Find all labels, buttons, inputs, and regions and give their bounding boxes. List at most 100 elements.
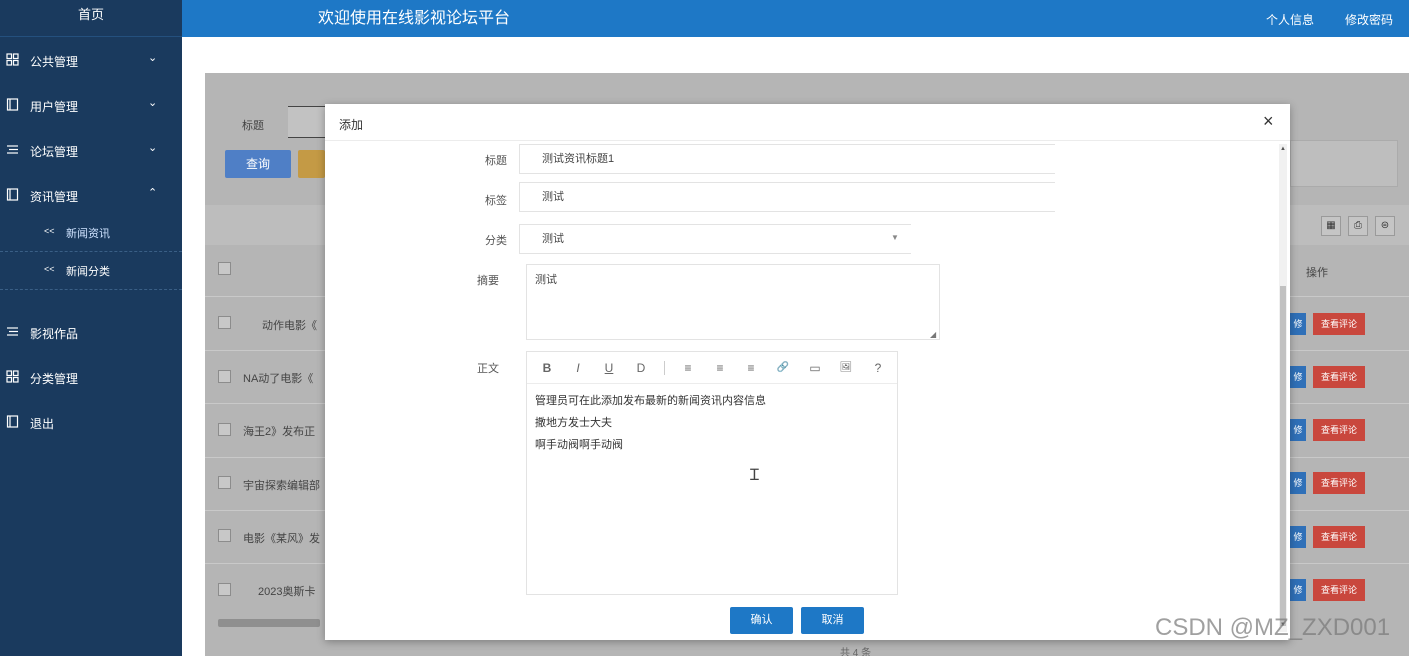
view-comments-button[interactable]: 查看评论	[1313, 526, 1365, 548]
view-comments-button[interactable]: 查看评论	[1313, 313, 1365, 335]
sidebar-item-news[interactable]: 资讯管理 ⌃	[0, 183, 182, 207]
dialog-scrollbar[interactable]: ▲ ▼	[1279, 144, 1287, 632]
scroll-up-icon[interactable]: ▲	[1279, 146, 1287, 152]
confirm-button[interactable]: 确认	[730, 607, 793, 634]
chevron-up-icon: ⌃	[148, 187, 158, 199]
edit-button[interactable]: 修	[1290, 472, 1306, 494]
view-comments-button[interactable]: 查看评论	[1313, 366, 1365, 388]
align-center-icon[interactable]: ≡	[711, 360, 729, 376]
book-icon	[6, 98, 19, 111]
sidebar-home-label: 首页	[77, 7, 104, 22]
view-comments-button[interactable]: 查看评论	[1313, 419, 1365, 441]
row-checkbox[interactable]	[218, 423, 231, 436]
columns-icon[interactable]: ▦	[1321, 216, 1341, 236]
watermark: CSDN @MZ_ZXD001	[1155, 614, 1391, 641]
table-cell-title: 宇宙探索编辑部	[243, 480, 320, 492]
sidebar-item-forum[interactable]: 论坛管理 ⌄	[0, 138, 182, 162]
top-header: 欢迎使用在线影视论坛平台 个人信息 修改密码	[182, 0, 1409, 37]
close-icon[interactable]: ×	[1263, 112, 1274, 130]
sidebar-item-label: 影视作品	[30, 327, 79, 341]
dialog-header: 添加 ×	[325, 104, 1290, 141]
cancel-button[interactable]: 取消	[801, 607, 864, 634]
add-news-dialog: 添加 × 标题 测试资讯标题1 标签 测试 分类 测试 ▼ 摘要 测试 ◢ 正文…	[325, 104, 1290, 640]
book-icon	[6, 188, 19, 201]
list-icon	[7, 327, 18, 336]
sidebar-subitem-news-category[interactable]: << 新闻分类	[0, 252, 182, 290]
toolbar-divider	[664, 361, 665, 375]
link-icon[interactable]: 🔗	[774, 360, 792, 376]
double-arrow-icon: <<	[44, 226, 55, 236]
row-checkbox[interactable]	[218, 370, 231, 383]
sidebar-item-label: 退出	[30, 417, 55, 431]
row-checkbox[interactable]	[218, 583, 231, 596]
sidebar-home-link[interactable]: 首页	[0, 0, 182, 37]
double-arrow-icon: <<	[44, 264, 55, 274]
select-all-checkbox[interactable]	[218, 262, 231, 275]
row-checkbox[interactable]	[218, 316, 231, 329]
grid-icon	[6, 53, 19, 66]
content-field-label: 正文	[477, 363, 499, 375]
sidebar-item-label: 资讯管理	[30, 190, 79, 204]
resize-handle-icon[interactable]: ◢	[930, 330, 936, 339]
search-panel	[1290, 140, 1398, 187]
table-cell-title: NA动了电影《	[243, 373, 314, 385]
sidebar-subitem-news-list[interactable]: << 新闻资讯	[0, 214, 182, 252]
edit-button[interactable]: 修	[1290, 526, 1306, 548]
edit-button[interactable]: 修	[1290, 579, 1306, 601]
search-label: 标题	[242, 120, 264, 132]
row-checkbox[interactable]	[218, 529, 231, 542]
horizontal-scrollbar[interactable]	[218, 619, 320, 627]
sidebar-item-label: 分类管理	[30, 372, 79, 386]
rich-text-editor[interactable]: B I U D ≡ ≡ ≡ 🔗 ▭ 🖼 ? 管理员可在此添加发布最新的新闻资讯内…	[526, 351, 898, 595]
editor-paragraph: 管理员可在此添加发布最新的新闻资讯内容信息	[535, 395, 766, 407]
chevron-down-icon: ⌄	[148, 52, 158, 64]
bold-icon[interactable]: B	[538, 360, 556, 376]
align-right-icon[interactable]: ≡	[742, 360, 760, 376]
sidebar-subitem-label: 新闻分类	[66, 266, 110, 278]
search-input[interactable]	[288, 106, 325, 138]
export-icon[interactable]: ⊜	[1375, 216, 1395, 236]
sidebar-item-categories[interactable]: 分类管理	[0, 365, 182, 389]
sidebar-item-users[interactable]: 用户管理 ⌄	[0, 93, 182, 117]
sidebar-item-films[interactable]: 影视作品	[0, 320, 182, 344]
strikethrough-icon[interactable]: D	[632, 360, 650, 376]
book-icon	[6, 415, 19, 428]
italic-icon[interactable]: I	[569, 360, 587, 376]
sidebar: 首页 公共管理 ⌄ 用户管理 ⌄ 论坛管理 ⌄ 资讯管理 ⌃ << 新闻资讯 <…	[0, 0, 182, 656]
unlink-icon[interactable]: ▭	[806, 360, 824, 376]
search-button[interactable]: 查询	[225, 150, 291, 178]
column-header-action: 操作	[1306, 267, 1328, 279]
edit-button[interactable]: 修	[1290, 366, 1306, 388]
editor-paragraph: 撒地方发士大夫	[535, 417, 612, 429]
dropdown-arrow-icon: ▼	[891, 233, 899, 242]
sidebar-item-label: 论坛管理	[30, 145, 79, 159]
list-icon	[7, 145, 18, 154]
profile-link[interactable]: 个人信息	[1266, 11, 1314, 28]
category-select[interactable]: 测试	[519, 224, 911, 254]
table-cell-title: 电影《某风》发	[243, 533, 320, 545]
view-comments-button[interactable]: 查看评论	[1313, 579, 1365, 601]
image-icon[interactable]: 🖼	[837, 360, 855, 376]
table-cell-title: 海王2》发布正	[243, 426, 316, 438]
print-icon[interactable]: ⎙	[1348, 216, 1368, 236]
title-field[interactable]: 测试资讯标题1	[519, 144, 1055, 174]
pagination-total: 共 4 条	[840, 648, 872, 656]
help-icon[interactable]: ?	[869, 360, 887, 376]
change-password-link[interactable]: 修改密码	[1345, 11, 1393, 28]
table-cell-title: 动作电影《	[262, 320, 317, 332]
summary-textarea[interactable]: 测试	[526, 264, 940, 340]
view-comments-button[interactable]: 查看评论	[1313, 472, 1365, 494]
row-checkbox[interactable]	[218, 476, 231, 489]
sidebar-item-public[interactable]: 公共管理 ⌄	[0, 48, 182, 72]
scrollbar-thumb[interactable]	[1280, 286, 1286, 626]
title-field-label: 标题	[485, 155, 507, 167]
sidebar-item-label: 公共管理	[30, 55, 79, 69]
tag-field[interactable]: 测试	[519, 182, 1055, 212]
align-left-icon[interactable]: ≡	[679, 360, 697, 376]
tag-field-label: 标签	[485, 195, 507, 207]
edit-button[interactable]: 修	[1290, 419, 1306, 441]
underline-icon[interactable]: U	[600, 360, 618, 376]
add-button[interactable]	[298, 150, 325, 178]
sidebar-item-logout[interactable]: 退出	[0, 410, 182, 434]
edit-button[interactable]: 修	[1290, 313, 1306, 335]
